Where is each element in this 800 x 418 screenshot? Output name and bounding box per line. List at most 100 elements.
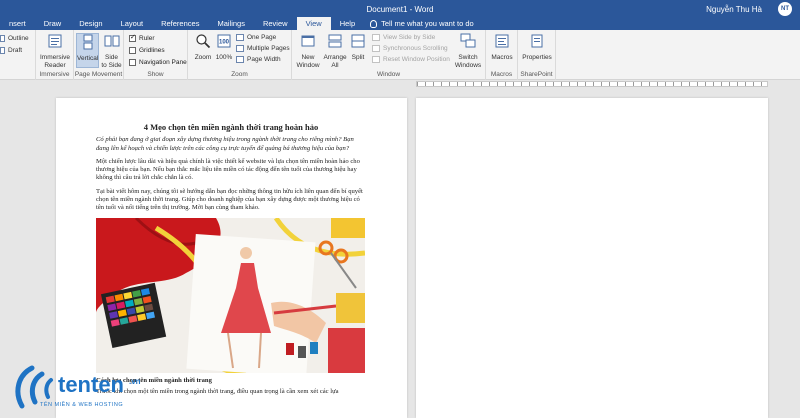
side-label-1: Side	[104, 54, 118, 61]
tenten-logo-mark: tenten .vn TÊN MIỀN & WEB HOSTING	[15, 365, 141, 409]
avatar[interactable]: NT	[778, 2, 792, 16]
draft-label: Draft	[8, 47, 23, 54]
switch-label-2: Windows	[454, 62, 482, 69]
reset-position-icon	[372, 56, 380, 63]
switch-windows-button[interactable]: Switch Windows	[452, 33, 484, 70]
svg-text:100: 100	[219, 40, 230, 46]
multiple-pages-label: Multiple Pages	[247, 45, 290, 52]
immersive-reader-icon	[48, 34, 62, 48]
tab-references[interactable]: References	[152, 17, 208, 30]
zoom-button[interactable]: Zoom	[192, 33, 214, 62]
split-label: Split	[351, 54, 365, 61]
gridlines-checkbox[interactable]: Gridlines	[129, 47, 165, 54]
group-immersive: Immersive Reader Immersive	[36, 30, 74, 80]
new-window-label-1: New	[301, 54, 315, 61]
macros-icon	[495, 34, 509, 48]
user-name[interactable]: Nguyễn Thu Hà	[706, 5, 762, 14]
tab-draw[interactable]: Draw	[35, 17, 71, 30]
svg-text:tenten: tenten	[58, 372, 124, 397]
zoom-group-label: Zoom	[231, 71, 248, 78]
side-to-side-button[interactable]: Side to Side	[100, 33, 123, 70]
paragraph-2: Tại bài viết hôm nay, chúng tôi sẽ hướng…	[96, 187, 363, 212]
paragraph-1: Một chiến lược lâu dài và hiệu quả chính…	[96, 157, 360, 182]
group-macros: Macros Macros	[486, 30, 518, 80]
new-window-icon	[301, 35, 315, 47]
ribbon-view: Outline Draft Immersive Reader Immersive…	[0, 30, 800, 80]
horizontal-ruler[interactable]	[416, 81, 768, 87]
synchronous-scrolling-button[interactable]: Synchronous Scrolling	[372, 45, 448, 52]
tab-design[interactable]: Design	[70, 17, 111, 30]
show-group-label: Show	[147, 71, 164, 78]
outline-label: Outline	[8, 35, 29, 42]
tab-view[interactable]: View	[296, 17, 331, 30]
tell-me-search[interactable]: Tell me what you want to do	[364, 17, 474, 30]
reset-window-position-button[interactable]: Reset Window Position	[372, 56, 450, 63]
outline-icon	[0, 35, 5, 42]
macros-group-label: Macros	[490, 71, 513, 78]
immersive-group-label: Immersive	[39, 71, 70, 78]
tab-insert[interactable]: nsert	[0, 17, 35, 30]
reset-position-label: Reset Window Position	[383, 56, 450, 63]
tab-help[interactable]: Help	[331, 17, 364, 30]
navigation-pane-checkbox[interactable]: Navigation Pane	[129, 59, 187, 66]
switch-label-1: Switch	[458, 54, 478, 61]
tell-me-label: Tell me what you want to do	[381, 19, 474, 28]
fashion-illustration-image	[96, 217, 365, 373]
zoom-100-icon: 100	[217, 34, 231, 48]
tab-review[interactable]: Review	[254, 17, 297, 30]
svg-text:.vn: .vn	[129, 377, 141, 386]
side-to-side-icon	[104, 35, 119, 47]
ruler-check-icon	[129, 33, 136, 42]
magnifier-icon	[196, 34, 211, 49]
intro-paragraph: Có phải bạn đang ở giai đoạn xây dựng th…	[96, 136, 354, 152]
draft-icon	[0, 47, 5, 54]
lightbulb-icon	[370, 19, 378, 28]
one-page-icon	[236, 34, 244, 41]
sharepoint-group-label: SharePoint	[520, 71, 553, 78]
tab-layout[interactable]: Layout	[112, 17, 153, 30]
one-page-button[interactable]: One Page	[236, 34, 276, 41]
one-page-label: One Page	[247, 34, 277, 41]
page-width-icon	[236, 56, 244, 63]
immersive-label-1: Immersive	[40, 54, 70, 61]
page-width-button[interactable]: Page Width	[236, 56, 281, 63]
document-title: Document1 - Word	[366, 5, 434, 14]
document-heading: 4 Mẹo chọn tên miền ngành thời trang hoà…	[143, 122, 319, 132]
window-group-label: Window	[376, 71, 401, 78]
properties-label: Properties	[522, 54, 552, 61]
fashion-design-photo[interactable]	[96, 217, 365, 373]
switch-windows-icon	[460, 33, 476, 48]
multiple-pages-icon	[236, 45, 244, 52]
group-sharepoint: Properties SharePoint	[518, 30, 556, 80]
outline-button[interactable]: Outline	[0, 35, 29, 42]
svg-text:TÊN MIỀN & WEB HOSTING: TÊN MIỀN & WEB HOSTING	[40, 400, 123, 408]
multiple-pages-button[interactable]: Multiple Pages	[236, 45, 290, 52]
vertical-pages-icon	[83, 34, 92, 50]
side-label-2: to Side	[101, 62, 122, 69]
new-window-button[interactable]: New Window	[294, 33, 322, 70]
gridlines-label: Gridlines	[139, 47, 165, 54]
draft-button[interactable]: Draft	[0, 47, 22, 54]
sync-scrolling-icon	[372, 45, 380, 52]
tab-mailings[interactable]: Mailings	[208, 17, 254, 30]
arrange-all-button[interactable]: Arrange All	[322, 33, 348, 70]
ribbon-tabs: nsert Draw Design Layout References Mail…	[0, 17, 474, 30]
side-by-side-icon	[372, 34, 380, 41]
page-width-label: Page Width	[247, 56, 281, 63]
view-side-by-side-button[interactable]: View Side by Side	[372, 34, 435, 41]
navigation-label: Navigation Pane	[139, 59, 187, 66]
properties-button[interactable]: Properties	[521, 33, 553, 62]
gridlines-check-icon	[129, 47, 136, 54]
vertical-button[interactable]: Vertical	[76, 33, 99, 68]
arrange-all-icon	[328, 34, 342, 48]
zoom-100-button[interactable]: 100 100%	[214, 33, 234, 62]
title-bar: Document1 - Word Nguyễn Thu Hà NT nsert …	[0, 0, 800, 30]
group-show: Ruler Gridlines Navigation Pane Show	[124, 30, 188, 80]
ruler-checkbox[interactable]: Ruler	[129, 33, 155, 42]
immersive-reader-button[interactable]: Immersive Reader	[38, 33, 72, 70]
document-page-2[interactable]	[416, 98, 768, 418]
macros-button[interactable]: Macros	[488, 33, 516, 62]
arrange-label-2: All	[331, 62, 339, 69]
split-button[interactable]: Split	[348, 33, 368, 62]
vertical-label: Vertical	[77, 55, 99, 62]
